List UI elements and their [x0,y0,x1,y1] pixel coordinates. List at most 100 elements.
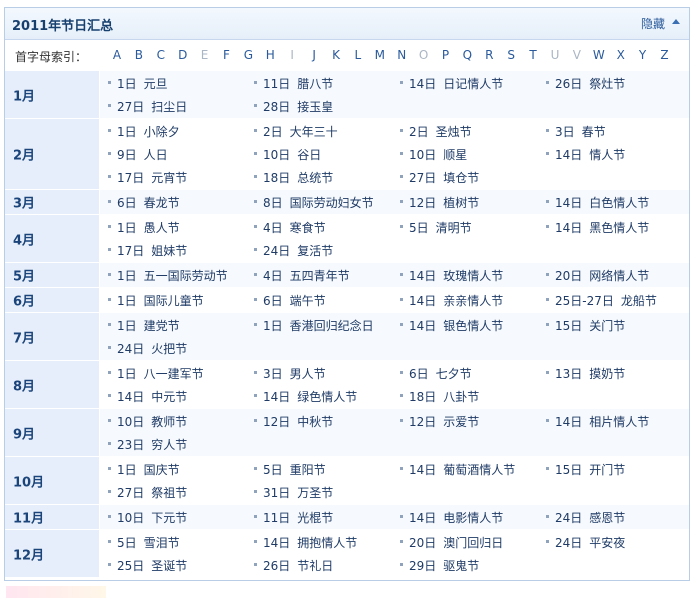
festival-day: 20日 [409,536,437,550]
festival-link[interactable]: 14日 亲亲情人节 [400,292,503,312]
alpha-letter-a[interactable]: A [108,48,126,62]
alpha-letter-n[interactable]: N [393,48,411,62]
festival-link[interactable]: 15日 开门节 [546,461,625,481]
festival-link[interactable]: 4日 寒食节 [254,219,326,239]
festival-link[interactable]: 23日 穷人节 [108,436,187,456]
festival-link[interactable]: 3日 春节 [546,123,606,143]
festival-link[interactable]: 5日 重阳节 [254,461,326,481]
festival-link[interactable]: 12日 示爱节 [400,413,479,433]
festival-link[interactable]: 6日 端午节 [254,292,326,312]
alpha-letter-q[interactable]: Q [458,48,476,62]
festival-link[interactable]: 11日 腊八节 [254,75,333,95]
alpha-letter-u: U [550,48,560,62]
festival-link[interactable]: 5日 清明节 [400,219,472,239]
festival-link[interactable]: 14日 情人节 [546,146,625,166]
alpha-letter-l[interactable]: L [349,48,367,62]
festival-link[interactable]: 12日 植树节 [400,194,479,214]
festival-link[interactable]: 10日 顺星 [400,146,467,166]
alpha-letter-j[interactable]: J [305,48,323,62]
festival-link[interactable]: 14日 白色情人节 [546,194,649,214]
alpha-letter-d[interactable]: D [174,48,192,62]
festival-link[interactable]: 1日 小除夕 [108,123,180,143]
festival-link[interactable]: 24日 火把节 [108,340,187,360]
festival-link[interactable]: 14日 日记情人节 [400,75,503,95]
festival-link[interactable]: 26日 节礼日 [254,557,333,577]
alpha-letter-m[interactable]: M [371,48,389,62]
festival-link[interactable]: 27日 祭祖节 [108,484,187,504]
alpha-letter-r[interactable]: R [480,48,498,62]
festival-link[interactable]: 14日 葡萄酒情人节 [400,461,515,481]
festival-link[interactable]: 26日 祭灶节 [546,75,625,95]
alpha-letter-x[interactable]: X [612,48,630,62]
festival-link[interactable]: 14日 中元节 [108,388,187,408]
festival-link[interactable]: 10日 下元节 [108,509,187,529]
festival-link[interactable]: 11日 光棍节 [254,509,333,529]
hide-toggle-link[interactable]: 隐藏 [641,15,665,32]
festival-link[interactable]: 12日 中秋节 [254,413,333,433]
alpha-letter-h[interactable]: H [261,48,279,62]
festival-link[interactable]: 3日 男人节 [254,365,326,385]
festival-link[interactable]: 2日 圣烛节 [400,123,472,143]
collapse-arrow-icon[interactable] [671,17,681,27]
festival-link[interactable]: 14日 电影情人节 [400,509,503,529]
festival-link[interactable]: 31日 万圣节 [254,484,333,504]
festival-link[interactable]: 5日 雪泪节 [108,534,180,554]
festival-link[interactable]: 14日 相片情人节 [546,413,649,433]
festival-link[interactable]: 24日 复活节 [254,242,333,262]
festival-link[interactable]: 8日 国际劳动妇女节 [254,194,374,214]
alpha-letter-f[interactable]: F [218,48,236,62]
festival-link[interactable]: 24日 感恩节 [546,509,625,529]
festival-link[interactable]: 10日 教师节 [108,413,187,433]
festival-link[interactable]: 25日-27日 龙船节 [546,292,657,312]
alpha-letter-t[interactable]: T [524,48,542,62]
festival-link[interactable]: 14日 绿色情人节 [254,388,357,408]
festival-link[interactable]: 17日 姐妹节 [108,242,187,262]
alpha-letter-b[interactable]: B [130,48,148,62]
alpha-letter-z[interactable]: Z [656,48,674,62]
bullet-icon [546,225,549,228]
bullet-icon [254,175,257,178]
festival-link[interactable]: 28日 接玉皇 [254,98,333,118]
alpha-letter-w[interactable]: W [590,48,608,62]
festival-link[interactable]: 6日 七夕节 [400,365,472,385]
festival-cells: 1日 元旦 11日 腊八节 14日 日记情人节 26日 祭灶节 27日 扫尘日 28日 接玉皇 [100,71,689,118]
festival-link[interactable]: 14日 黑色情人节 [546,219,649,239]
alpha-letter-y[interactable]: Y [634,48,652,62]
festival-link[interactable]: 14日 玫瑰情人节 [400,267,503,287]
festival-link[interactable]: 1日 五一国际劳动节 [108,267,228,287]
festival-link[interactable]: 18日 八卦节 [400,388,479,408]
festival-name: 雪泪节 [143,536,180,550]
festival-link[interactable]: 1日 元旦 [108,75,168,95]
festival-link[interactable]: 1日 八一建军节 [108,365,204,385]
festival-link[interactable]: 27日 扫尘日 [108,98,187,118]
festival-link[interactable]: 27日 填仓节 [400,169,479,189]
festival-link[interactable]: 18日 总统节 [254,169,333,189]
alpha-letter-c[interactable]: C [152,48,170,62]
bullet-icon [546,81,549,84]
festival-link[interactable]: 9日 人日 [108,146,168,166]
alpha-letter-p[interactable]: P [437,48,455,62]
festival-link[interactable]: 20日 网络情人节 [546,267,649,287]
festival-link[interactable]: 14日 银色情人节 [400,317,503,337]
festival-link[interactable]: 2日 大年三十 [254,123,338,143]
festival-link[interactable]: 24日 平安夜 [546,534,625,554]
festival-link[interactable]: 6日 春龙节 [108,194,180,214]
festival-day: 4日 [263,269,283,283]
festival-link[interactable]: 4日 五四青年节 [254,267,350,287]
festival-link[interactable]: 13日 摸奶节 [546,365,625,385]
festival-link[interactable]: 14日 拥抱情人节 [254,534,357,554]
festival-link[interactable]: 1日 建党节 [108,317,180,337]
festival-link[interactable]: 15日 关门节 [546,317,625,337]
festival-link[interactable]: 1日 香港回归纪念日 [254,317,374,337]
festival-link[interactable]: 1日 愚人节 [108,219,180,239]
festival-link[interactable]: 29日 驱鬼节 [400,557,479,577]
festival-link[interactable]: 10日 谷日 [254,146,321,166]
alpha-letter-g[interactable]: G [239,48,257,62]
festival-link[interactable]: 1日 国际儿童节 [108,292,204,312]
festival-link[interactable]: 1日 国庆节 [108,461,180,481]
festival-link[interactable]: 25日 圣诞节 [108,557,187,577]
festival-link[interactable]: 17日 元宵节 [108,169,187,189]
alpha-letter-k[interactable]: K [327,48,345,62]
alpha-letter-s[interactable]: S [502,48,520,62]
festival-link[interactable]: 20日 澳门回归日 [400,534,503,554]
